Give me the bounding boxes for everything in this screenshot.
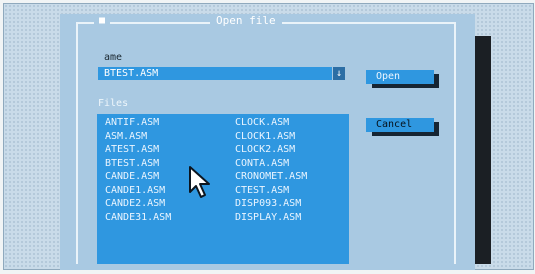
file-column-2: CLOCK.ASM CLOCK1.ASM CLOCK2.ASM CONTA.AS… bbox=[235, 116, 307, 224]
list-item[interactable]: CLOCK.ASM bbox=[235, 116, 307, 130]
list-item[interactable]: DISP093.ASM bbox=[235, 197, 307, 211]
close-icon[interactable]: ■ bbox=[94, 15, 110, 27]
list-item[interactable]: ASM.ASM bbox=[105, 130, 171, 144]
open-button[interactable]: Open bbox=[366, 70, 434, 84]
list-item[interactable]: CANDE1.ASM bbox=[105, 184, 171, 198]
list-item[interactable]: CRONOMET.ASM bbox=[235, 170, 307, 184]
open-button-shadow-bottom bbox=[372, 84, 439, 88]
list-item[interactable]: CLOCK1.ASM bbox=[235, 130, 307, 144]
file-list[interactable]: ANTIF.ASM ASM.ASM ATEST.ASM BTEST.ASM CA… bbox=[97, 114, 349, 264]
dialog-title: Open file bbox=[210, 14, 282, 28]
dropdown-arrow-icon[interactable]: ↓ bbox=[333, 67, 345, 80]
list-item[interactable]: ATEST.ASM bbox=[105, 143, 171, 157]
list-item[interactable]: CONTA.ASM bbox=[235, 157, 307, 171]
files-label: Files bbox=[98, 98, 129, 109]
list-item[interactable]: CANDE.ASM bbox=[105, 170, 171, 184]
mouse-pointer-icon bbox=[189, 166, 210, 198]
cancel-button[interactable]: Cancel bbox=[366, 118, 434, 132]
list-item[interactable]: CANDE31.ASM bbox=[105, 211, 171, 225]
list-item[interactable]: DISPLAY.ASM bbox=[235, 211, 307, 225]
list-item[interactable]: CTEST.ASM bbox=[235, 184, 307, 198]
list-item[interactable]: CLOCK2.ASM bbox=[235, 143, 307, 157]
name-label: ame bbox=[104, 52, 123, 63]
filename-input[interactable]: BTEST.ASM bbox=[98, 67, 332, 80]
file-column-1: ANTIF.ASM ASM.ASM ATEST.ASM BTEST.ASM CA… bbox=[105, 116, 171, 224]
cancel-button-shadow-bottom bbox=[372, 132, 439, 136]
list-item[interactable]: CANDE2.ASM bbox=[105, 197, 171, 211]
list-item[interactable]: ANTIF.ASM bbox=[105, 116, 171, 130]
list-item[interactable]: BTEST.ASM bbox=[105, 157, 171, 171]
